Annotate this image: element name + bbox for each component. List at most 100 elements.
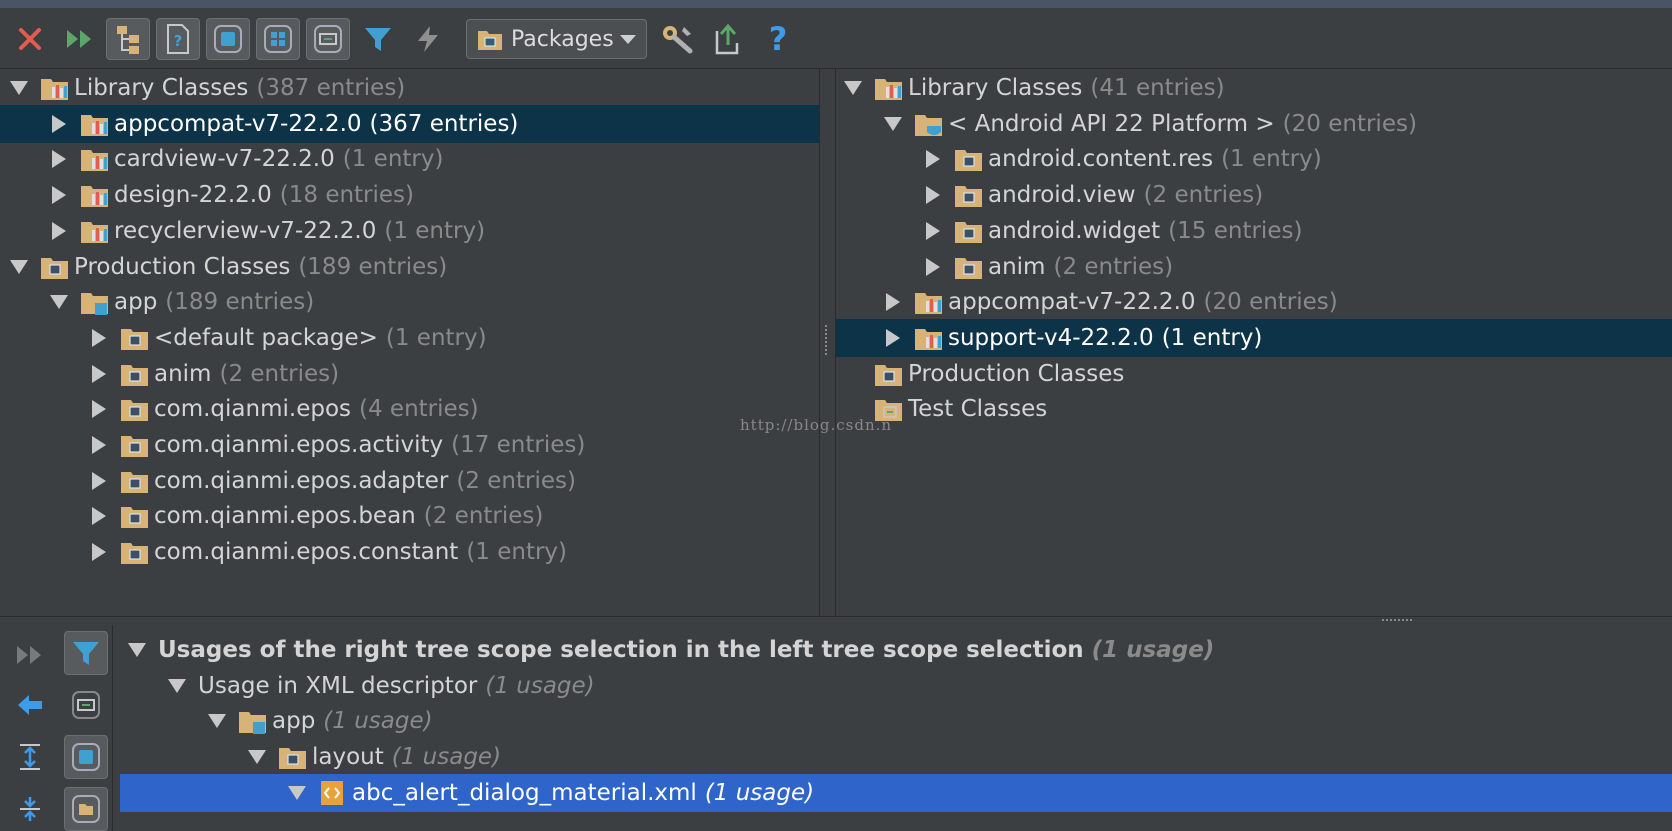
collapsed-arrow-icon[interactable] — [922, 220, 944, 242]
tree-row[interactable]: com.qianmi.epos.activity (17 entries) — [0, 426, 819, 464]
collapsed-arrow-icon[interactable] — [882, 327, 904, 349]
splitter-grip — [1382, 619, 1412, 624]
rerun-icon[interactable] — [60, 18, 100, 60]
filter-icon[interactable] — [64, 631, 108, 675]
collapsed-arrow-icon[interactable] — [88, 398, 110, 420]
filter-icon[interactable] — [360, 18, 396, 60]
collapsed-arrow-icon[interactable] — [922, 184, 944, 206]
collapsed-arrow-icon[interactable] — [88, 541, 110, 563]
tree-row[interactable]: layout (1 usage) — [120, 738, 1672, 776]
tree-row-label: <default package> — [154, 324, 378, 351]
tree-row[interactable]: <default package> (1 entry) — [0, 319, 819, 357]
tree-row[interactable]: appcompat-v7-22.2.0 (20 entries) — [836, 283, 1672, 321]
tree-row-count: (1 usage) — [323, 708, 433, 735]
chevron-down-icon — [620, 35, 636, 44]
export-icon[interactable] — [710, 18, 748, 60]
tree-row[interactable]: android.content.res (1 entry) — [836, 140, 1672, 178]
tree-row[interactable]: anim (2 entries) — [836, 248, 1672, 286]
collapsed-arrow-icon[interactable] — [922, 148, 944, 170]
tree-row-label: com.qianmi.epos.activity — [154, 432, 444, 458]
tree-row-label: com.qianmi.epos.bean — [154, 503, 416, 530]
rerun-icon[interactable] — [8, 633, 52, 677]
tree-row-label: com.qianmi.epos.constant — [154, 539, 459, 566]
tree-row-label: support-v4-22.2.0 — [948, 324, 1154, 351]
collapsed-arrow-icon[interactable] — [48, 113, 70, 135]
tree-row[interactable]: android.widget (15 entries) — [836, 212, 1672, 250]
tree-row[interactable]: appcompat-v7-22.2.0 (367 entries) — [0, 104, 819, 143]
show-files-icon[interactable]: ? — [156, 18, 200, 60]
tree-row[interactable]: Production Classes — [836, 355, 1672, 393]
show-dependencies-icon[interactable] — [306, 18, 350, 60]
mark-illegal-icon[interactable] — [410, 18, 446, 60]
tree-row[interactable]: android.view (2 entries) — [836, 176, 1672, 214]
vertical-splitter[interactable] — [820, 69, 834, 616]
tree-row[interactable]: com.qianmi.epos.constant (1 entry) — [0, 533, 819, 571]
help-icon[interactable]: ? — [760, 18, 796, 60]
scope-type-label: Packages — [511, 26, 614, 52]
expanded-arrow-icon[interactable] — [8, 256, 30, 278]
collapsed-arrow-icon[interactable] — [48, 184, 70, 206]
show-modules-icon[interactable] — [206, 18, 250, 60]
left-scope-tree[interactable]: Library Classes (387 entries) appcompat-v7… — [0, 69, 820, 616]
tree-row[interactable]: app (189 entries) — [0, 283, 819, 321]
tree-row[interactable]: app (1 usage) — [120, 702, 1672, 740]
tree-row[interactable]: support-v4-22.2.0 (1 entry) — [836, 318, 1672, 357]
flatten-packages-icon[interactable] — [106, 18, 150, 60]
usages-tree[interactable]: Usages of the right tree scope selection… — [120, 625, 1672, 831]
expanded-arrow-icon[interactable] — [206, 710, 228, 732]
collapsed-arrow-icon[interactable] — [88, 505, 110, 527]
tree-row-count: (15 entries) — [1168, 217, 1303, 244]
expand-all-icon[interactable] — [8, 735, 52, 779]
tree-row[interactable]: < Android API 22 Platform > (20 entries) — [836, 105, 1672, 143]
expanded-arrow-icon[interactable] — [48, 291, 70, 313]
tree-row[interactable]: recyclerview-v7-22.2.0 (1 entry) — [0, 212, 819, 250]
package-icon — [40, 252, 70, 282]
settings-wrench-icon[interactable] — [658, 18, 696, 60]
tree-row[interactable]: design-22.2.0 (18 entries) — [0, 176, 819, 214]
tree-row-label: app — [114, 289, 158, 316]
tree-row[interactable]: Usage in XML descriptor (1 usage) — [120, 667, 1672, 705]
tree-row[interactable]: com.qianmi.epos (4 entries) — [0, 390, 819, 428]
expanded-arrow-icon[interactable] — [8, 77, 30, 99]
close-icon[interactable] — [12, 18, 48, 60]
tree-row[interactable]: anim (2 entries) — [0, 355, 819, 393]
scope-type-combo[interactable]: Packages — [466, 19, 647, 59]
tree-row[interactable]: abc_alert_dialog_material.xml (1 usage) — [120, 773, 1672, 812]
package-icon — [120, 430, 150, 460]
tree-row[interactable]: com.qianmi.epos.bean (2 entries) — [0, 497, 819, 535]
group-by-modules-icon[interactable] — [256, 18, 300, 60]
back-arrow-icon[interactable] — [8, 683, 52, 727]
tree-row[interactable]: Library Classes (387 entries) — [0, 69, 819, 107]
show-files-icon[interactable] — [64, 787, 108, 831]
collapsed-arrow-icon[interactable] — [88, 470, 110, 492]
tree-row[interactable]: com.qianmi.epos.adapter (2 entries) — [0, 462, 819, 500]
show-dependencies-icon[interactable] — [64, 683, 108, 727]
tree-row-label: Usages of the right tree scope selection… — [158, 637, 1084, 663]
collapsed-arrow-icon[interactable] — [922, 256, 944, 278]
expanded-arrow-icon[interactable] — [842, 77, 864, 99]
collapsed-arrow-icon[interactable] — [88, 363, 110, 385]
tree-row[interactable]: cardview-v7-22.2.0 (1 entry) — [0, 140, 819, 178]
right-scope-tree[interactable]: Library Classes (41 entries) < Android API… — [835, 69, 1672, 616]
show-modules-icon[interactable] — [64, 735, 108, 779]
package-icon — [120, 394, 150, 424]
tree-row[interactable]: Production Classes (189 entries) — [0, 248, 819, 286]
expanded-arrow-icon[interactable] — [882, 113, 904, 135]
tree-row[interactable]: Usages of the right tree scope selection… — [120, 631, 1672, 669]
collapse-all-icon[interactable] — [8, 787, 52, 831]
collapsed-arrow-icon[interactable] — [48, 148, 70, 170]
tree-row[interactable]: Library Classes (41 entries) — [836, 69, 1672, 107]
expanded-arrow-icon[interactable] — [166, 675, 188, 697]
tree-row-count: (1 entry) — [342, 146, 444, 173]
expanded-arrow-icon[interactable] — [246, 746, 268, 768]
collapsed-arrow-icon[interactable] — [88, 434, 110, 456]
collapsed-arrow-icon[interactable] — [88, 327, 110, 349]
collapsed-arrow-icon[interactable] — [882, 291, 904, 313]
expanded-arrow-icon[interactable] — [126, 639, 148, 661]
sdk-icon — [914, 109, 944, 139]
expanded-arrow-icon[interactable] — [286, 782, 308, 804]
library-icon — [914, 287, 944, 317]
tree-row[interactable]: Test Classes — [836, 390, 1672, 428]
collapsed-arrow-icon[interactable] — [48, 220, 70, 242]
library-icon — [80, 109, 110, 139]
